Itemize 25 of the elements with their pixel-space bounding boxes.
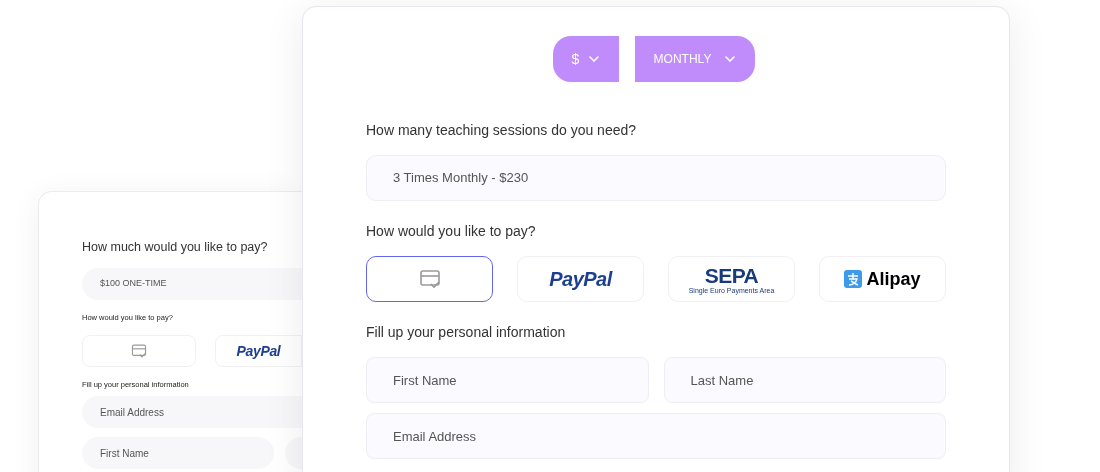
email-field[interactable]: Email Address [366,413,946,459]
sessions-dropdown[interactable]: 3 Times Monthly - $230 [366,155,946,201]
section-heading: Fill up your personal information [366,323,567,342]
alipay-logo: Alipay [866,267,921,291]
payment-option[interactable]: Alipay [819,256,946,302]
paypal-logo: PayPal [549,267,612,292]
payment-option[interactable]: PayPal [215,335,302,367]
email-field[interactable]: Email Address [82,396,302,429]
question-label: How would you like to pay? [366,222,537,241]
first-name-field[interactable]: First Name [82,437,274,470]
card-check-icon [131,343,147,359]
question-label: How many teaching sessions do you need? [366,121,638,140]
payment-option[interactable]: PayPal [517,256,644,302]
name-field[interactable]: First Name [366,357,649,403]
chevron-down-icon [589,56,600,62]
alipay-mark-icon [844,270,863,288]
sepa-logo: SEPA [704,264,759,286]
input-field[interactable] [285,437,302,470]
card-check-icon [418,268,441,290]
payment-option[interactable] [366,256,493,302]
amount-field[interactable]: $100 ONE-TIME [82,267,302,300]
chevron-down-icon [725,56,736,62]
paypal-logo: PayPal [236,341,281,361]
name-field[interactable]: Last Name [663,357,946,403]
question-label: How much would you like to pay? [82,239,269,256]
